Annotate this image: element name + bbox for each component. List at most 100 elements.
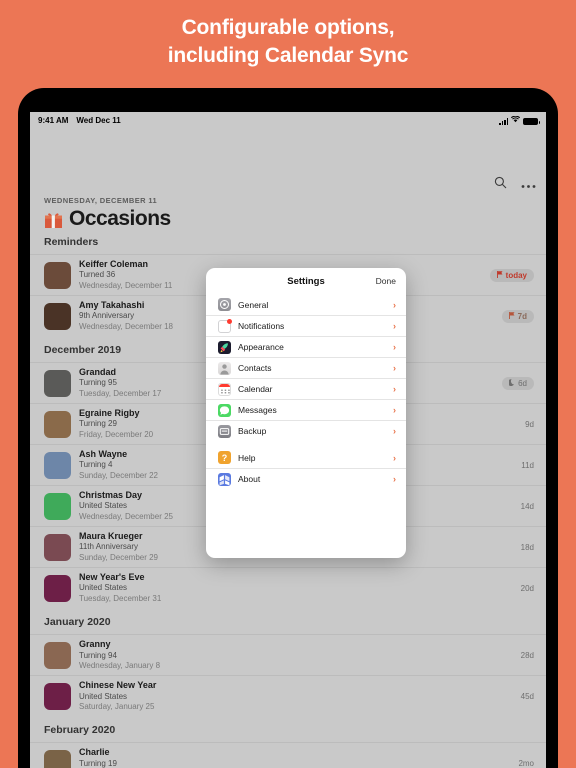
chevron-right-icon: › [393, 363, 396, 373]
avatar [44, 302, 71, 330]
list-item[interactable]: Granny Turning 94 Wednesday, January 8 28d [30, 634, 546, 675]
chevron-right-icon: › [393, 474, 396, 484]
settings-modal-header: Settings Done [206, 268, 406, 294]
settings-row-label: Notifications [238, 321, 285, 331]
settings-row-label: General [238, 299, 269, 310]
status-badge-inner: 6d [502, 376, 534, 390]
list-item-subtitle: Turning 19 [79, 758, 117, 768]
more-options-icon[interactable] [521, 176, 536, 194]
list-item-countdown: 18d [520, 542, 534, 552]
list-item-countdown: 2mo [518, 758, 534, 768]
headline-line-2: including Calendar Sync [167, 43, 409, 67]
settings-row-label: Calendar [238, 384, 273, 394]
status-badge-label: today [505, 270, 527, 280]
chevron-right-icon: › [393, 426, 396, 436]
avatar [44, 641, 71, 669]
settings-row-messages[interactable]: Messages › [206, 399, 406, 420]
settings-row-label: Help [238, 452, 256, 463]
headline-line-1: Configurable options, [181, 16, 395, 39]
avatar [44, 533, 71, 561]
settings-row-backup[interactable]: Backup › [206, 420, 406, 441]
list-section-header: January 2020 [44, 616, 111, 629]
settings-groups: General › Notifications › Appearance › Contact… [206, 294, 406, 489]
list-item-countdown: 45d [520, 691, 534, 701]
notification-icon [218, 318, 232, 333]
list-item-date: Tuesday, December 31 [79, 593, 162, 603]
promo-headline: Configurable options, including Calendar… [0, 14, 576, 70]
list-item-subtitle: United States [79, 691, 128, 701]
messages-icon [218, 403, 231, 417]
settings-row-contacts[interactable]: Contacts › [206, 357, 406, 378]
avatar [44, 492, 71, 520]
list-item-text: New Year's Eve United States Tuesday, Dece… [79, 572, 515, 604]
flag-icon [508, 311, 515, 321]
settings-row-general[interactable]: General › [206, 294, 406, 315]
list-item-date: Wednesday, January 8 [79, 660, 161, 670]
list-section-header: Reminders [44, 236, 99, 248]
settings-row-label: Backup [238, 426, 267, 436]
list-item-date: Saturday, January 25 [79, 701, 155, 711]
gift-icon [44, 210, 63, 229]
settings-row-label: Appearance [238, 342, 284, 352]
settings-row-about[interactable]: About › [206, 468, 406, 489]
list-item-countdown: 28d [520, 650, 534, 660]
done-button[interactable]: Done [376, 276, 396, 286]
status-date: Wed Dec 11 [76, 115, 121, 125]
settings-row-appearance[interactable]: Appearance › [206, 336, 406, 357]
help-icon: ? [218, 451, 231, 464]
list-item-name: New Year's Eve [79, 572, 145, 583]
settings-row-label: About [238, 474, 261, 484]
moon-icon [507, 378, 515, 388]
settings-row-label: Contacts [238, 363, 272, 373]
list-item-countdown: 14d [520, 501, 534, 511]
status-bar: 9:41 AM Wed Dec 11 [30, 112, 546, 128]
gear-icon [218, 298, 231, 311]
rocket-icon [218, 340, 231, 354]
list-item-name: Chinese New Year [79, 680, 157, 691]
app-screen: WEDNESDAY, DECEMBER 11 Occasions Reminde… [30, 128, 546, 768]
settings-row-notifications[interactable]: Notifications › [206, 315, 406, 336]
settings-row-help[interactable]: ? Help › [206, 447, 406, 468]
svg-text:?: ? [222, 453, 228, 463]
status-badge-label: 6d [518, 378, 527, 388]
list-item-countdown: 11d [521, 460, 534, 470]
list-item-countdown: 20d [520, 583, 534, 593]
settings-row-calendar[interactable]: Calendar › [206, 378, 406, 399]
list-item[interactable]: CharlieTurning 19Saturday, February 8 2mo [30, 742, 546, 768]
settings-modal[interactable]: Settings Done General › Notifications › Appe… [206, 268, 406, 558]
status-badge: today [484, 268, 534, 282]
avatar [44, 574, 71, 602]
settings-modal-title: Settings [287, 275, 325, 287]
about-icon [218, 472, 231, 486]
status-badge-inner: today [489, 268, 534, 282]
list-item-text: Chinese New Year United States Saturday, J… [79, 680, 515, 712]
list-item-name: Charlie [79, 747, 110, 758]
app-header: WEDNESDAY, DECEMBER 11 Occasions [44, 196, 171, 231]
promo-screenshot: Configurable options, including Calendar… [0, 0, 576, 768]
backup-icon [218, 424, 231, 438]
list-item-subtitle: United States [79, 583, 128, 593]
status-badge-label: 7d [517, 311, 527, 321]
avatar [44, 261, 71, 289]
chevron-right-icon: › [393, 384, 396, 394]
contacts-icon [218, 361, 231, 375]
list-item[interactable]: New Year's Eve United States Tuesday, Dece… [30, 567, 546, 608]
status-badge: 6d [496, 376, 534, 390]
cellular-signal-icon [499, 117, 508, 125]
search-icon[interactable] [494, 176, 507, 194]
chevron-right-icon: › [393, 299, 396, 310]
flag-icon [496, 270, 503, 280]
list-section-header: February 2020 [44, 724, 116, 737]
list-item-subtitle: Turning 94 [79, 650, 117, 660]
list-item[interactable]: Chinese New Year United States Saturday, J… [30, 675, 546, 716]
chevron-right-icon: › [393, 342, 396, 352]
list-item-text: Granny Turning 94 Wednesday, January 8 [79, 639, 515, 671]
notification-badge-dot [227, 318, 232, 324]
chevron-right-icon: › [393, 405, 396, 415]
chevron-right-icon: › [393, 452, 396, 463]
avatar [44, 682, 71, 710]
status-badge-inner: 7d [501, 309, 534, 323]
wifi-icon [510, 115, 521, 125]
device-frame: 9:41 AM Wed Dec 11 WEDNESDAY, DECEMBER 1… [18, 88, 558, 768]
avatar [44, 451, 71, 479]
